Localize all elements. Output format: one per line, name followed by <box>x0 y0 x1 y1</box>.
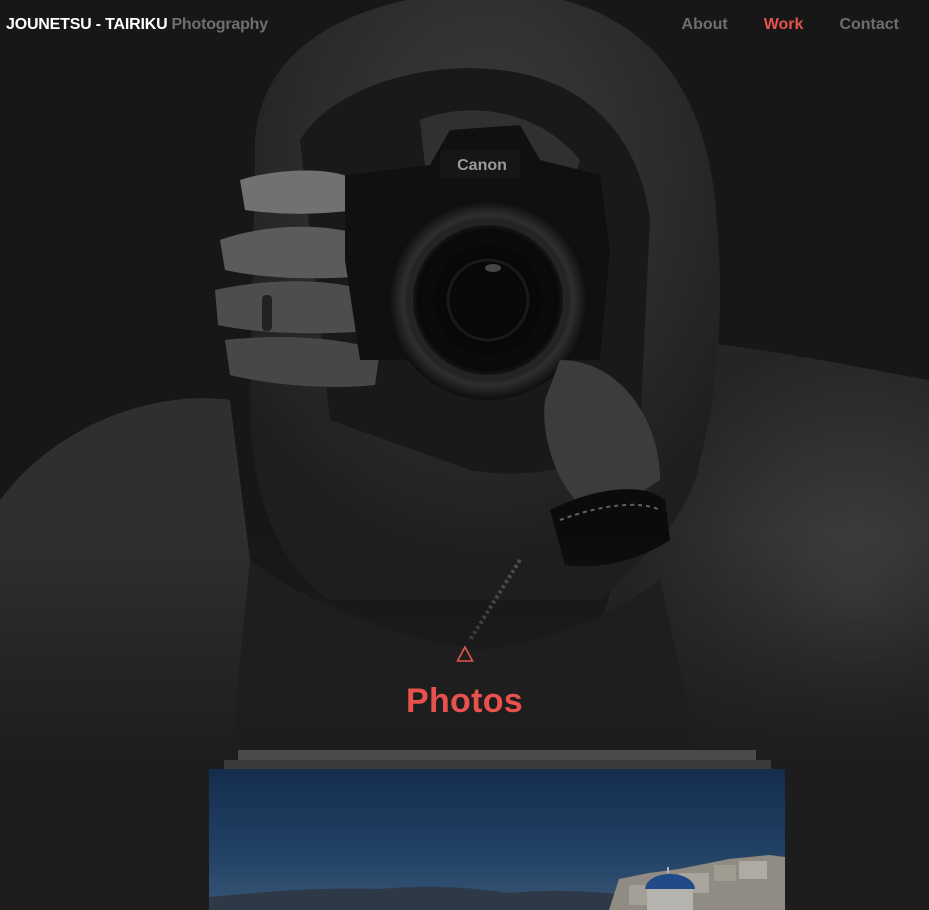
santorini-photo <box>209 769 785 910</box>
site-header: JOUNETSU - TAIRIKU Photography About Work… <box>0 0 929 50</box>
triangle-outline-icon <box>455 645 474 663</box>
nav-work-link[interactable]: Work <box>764 16 804 34</box>
section-title: Photos <box>405 682 523 720</box>
photos-section-heading: Photos <box>0 645 929 721</box>
photo-card[interactable] <box>209 769 785 910</box>
brand-tagline: Photography <box>171 16 268 33</box>
brand-logo[interactable]: JOUNETSU - TAIRIKU Photography <box>6 16 268 34</box>
brand-name: JOUNETSU - TAIRIKU <box>6 16 168 33</box>
nav-about-link[interactable]: About <box>682 16 728 34</box>
main-nav: About Work Contact <box>682 16 899 34</box>
nav-contact-link[interactable]: Contact <box>839 16 899 34</box>
page: Canon JOUNETSU - TAIRIKUPhotography <box>0 0 929 910</box>
